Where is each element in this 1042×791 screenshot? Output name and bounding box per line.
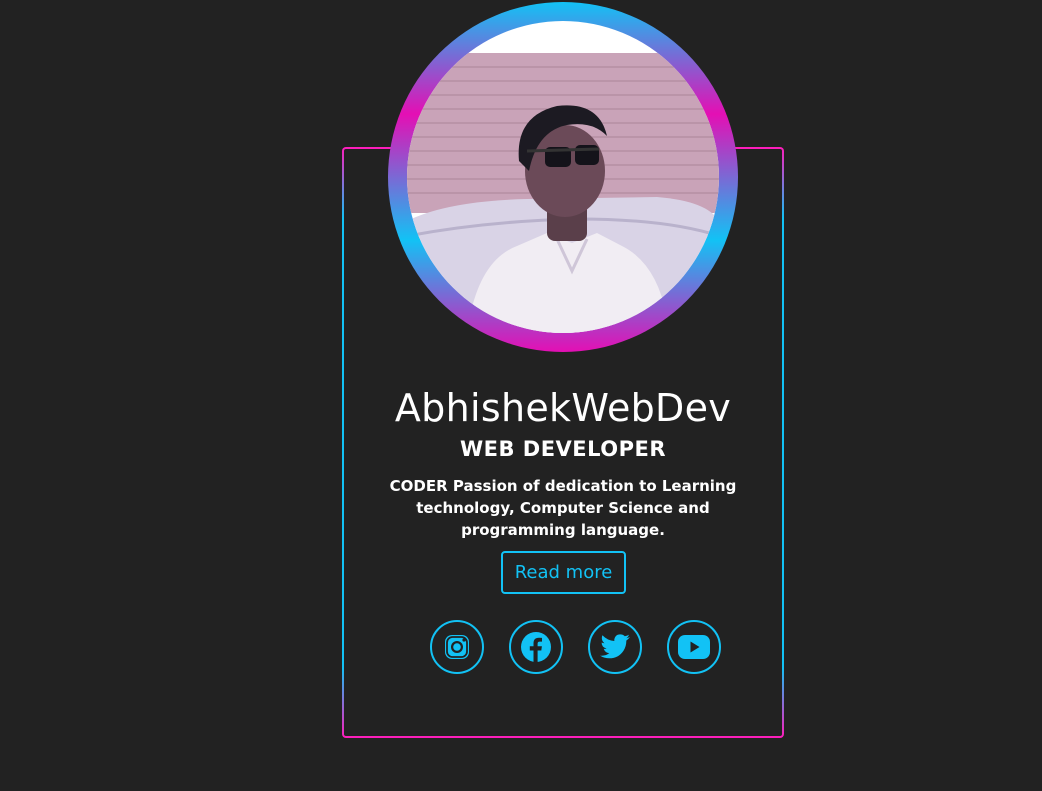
facebook-link[interactable] xyxy=(509,620,563,674)
facebook-icon xyxy=(521,632,551,662)
youtube-icon xyxy=(678,635,710,659)
avatar-ring xyxy=(388,2,738,352)
twitter-link[interactable] xyxy=(588,620,642,674)
twitter-icon xyxy=(600,634,630,659)
instagram-link[interactable] xyxy=(430,620,484,674)
profile-bio: CODER Passion of dedication to Learning … xyxy=(389,477,737,539)
youtube-link[interactable] xyxy=(667,620,721,674)
read-more-button[interactable]: Read more xyxy=(501,551,626,594)
instagram-icon xyxy=(445,635,469,659)
profile-name: AbhishekWebDev xyxy=(394,386,732,430)
avatar xyxy=(407,21,719,333)
profile-role: WEB DEVELOPER xyxy=(459,437,667,461)
social-links xyxy=(430,620,721,674)
